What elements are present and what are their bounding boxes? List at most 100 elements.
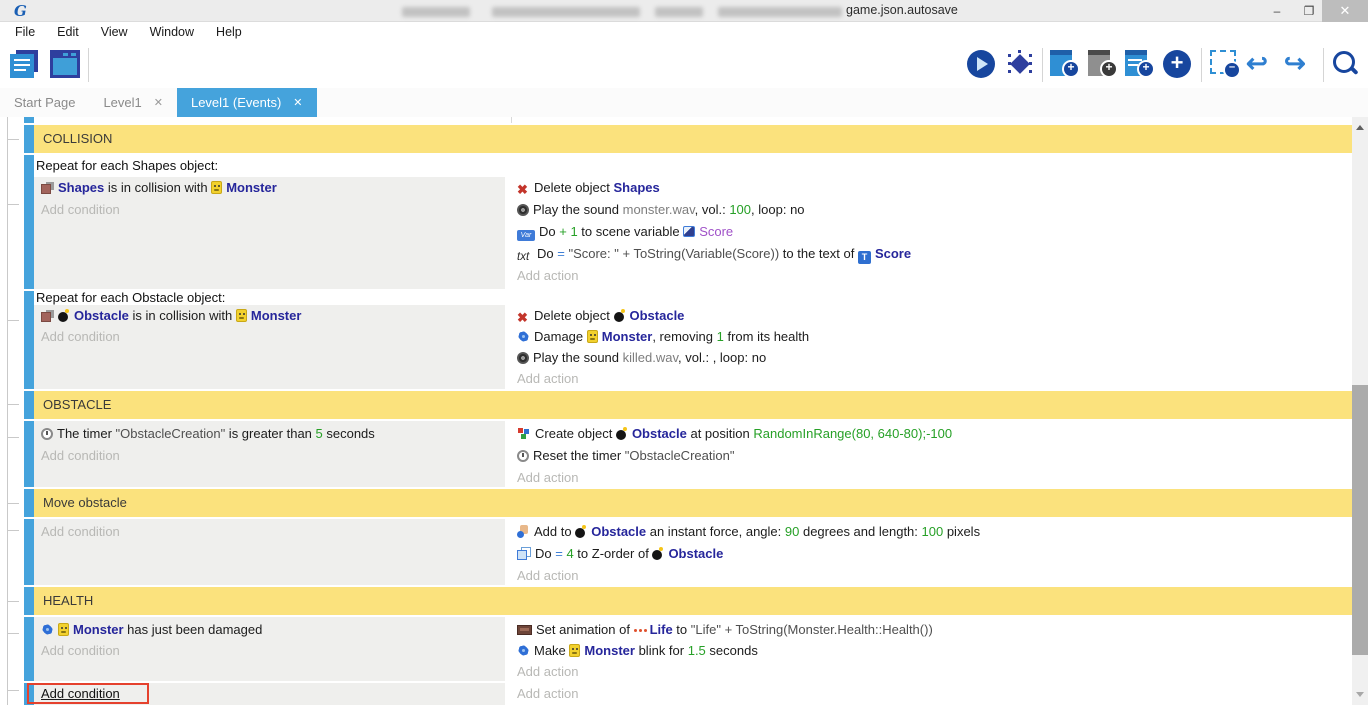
section-header-move-obstacle[interactable]: Move obstacle [24,489,1352,517]
action-line[interactable]: Do = 4 to Z-order of Obstacle [517,543,1352,565]
event-select-bar[interactable] [24,291,34,389]
event-obstacle-timer: The timer "ObstacleCreation" is greater … [24,421,1352,487]
add-condition-button[interactable]: Add condition [41,640,505,661]
text-segment: is in collision with [104,180,211,195]
text-segment: Shapes [614,180,660,195]
text-segment: killed.wav [623,350,678,365]
close-button[interactable]: ✕ [1322,0,1368,22]
action-line[interactable]: Do = "Score: " + ToString(Variable(Score… [517,243,1352,265]
condition-line[interactable]: Monster has just been damaged [41,619,505,640]
scrollbar-thumb[interactable] [1352,385,1368,655]
action-line[interactable]: Delete object Obstacle [517,305,1352,326]
tab-level1[interactable]: Level1 ✕ [89,88,177,117]
var-icon [517,230,535,241]
action-line[interactable]: Add to Obstacle an instant force, angle:… [517,521,1352,543]
add-subevent-icon[interactable] [1088,50,1118,76]
add-condition-button[interactable]: Add condition [41,326,505,347]
add-condition-button[interactable]: Add condition [41,521,505,543]
actions-column: Set animation of Life to "Life" + ToStri… [513,617,1352,681]
project-manager-icon[interactable] [10,50,40,78]
menu-window[interactable]: Window [139,22,205,42]
redo-icon[interactable] [1284,50,1306,76]
tab-start-page[interactable]: Start Page [0,88,89,117]
tab-close-icon[interactable]: ✕ [293,96,302,109]
menu-view[interactable]: View [90,22,139,42]
add-comment-icon[interactable] [1125,50,1155,76]
vertical-scrollbar[interactable] [1352,117,1368,705]
action-line[interactable]: Delete object Shapes [517,177,1352,199]
text-segment: 100 [922,524,944,539]
add-condition-button[interactable]: Add condition [41,445,505,467]
text-segment: Life [650,622,673,637]
action-line[interactable]: Play the sound monster.wav, vol.: 100, l… [517,199,1352,221]
menu-help[interactable]: Help [205,22,253,42]
scroll-down-icon[interactable] [1356,692,1364,697]
section-header-collision[interactable]: COLLISION [24,125,1352,153]
event-select-bar[interactable] [24,489,34,517]
debug-icon[interactable] [1006,50,1034,78]
event-select-bar[interactable] [24,391,34,419]
redacted-title-text [402,7,470,17]
event-select-bar[interactable] [24,519,34,585]
text-segment: 1 [717,329,724,344]
menu-edit[interactable]: Edit [46,22,90,42]
action-line[interactable]: Play the sound killed.wav, vol.: , loop:… [517,347,1352,368]
text-segment: , removing [652,329,716,344]
event-header[interactable]: Repeat for each Obstacle object: [34,291,1352,305]
section-header-health[interactable]: HEALTH [24,587,1352,615]
add-event-icon[interactable] [1050,50,1080,76]
add-more-event-icon[interactable] [1163,50,1191,78]
event-header[interactable]: Repeat for each Shapes object: [34,155,1352,177]
text-segment: from its health [724,329,809,344]
action-line[interactable]: Do + 1 to scene variable Score [517,221,1352,243]
event-select-bar[interactable] [24,587,34,615]
text-segment: Add action [517,470,578,485]
add-action-button[interactable]: Add action [517,467,1352,489]
actions-column: Delete object Obstacle Damage Monster, r… [513,305,1352,389]
text-segment: no [790,202,804,217]
column-gap [505,683,513,705]
search-icon[interactable] [1332,50,1358,76]
action-line[interactable]: Reset the timer "ObstacleCreation" [517,445,1352,467]
timer-icon [517,450,529,462]
text-segment: an instant force, angle: [646,524,785,539]
tab-level1-events[interactable]: Level1 (Events) ✕ [177,88,317,117]
menu-file[interactable]: File [4,22,46,42]
event-monster-damaged: Monster has just been damaged Add condit… [24,617,1352,681]
tab-label: Level1 (Events) [191,95,281,110]
action-line[interactable]: Create object Obstacle at position Rando… [517,423,1352,445]
play-icon[interactable] [967,50,995,78]
add-action-button[interactable]: Add action [517,683,1352,705]
condition-line[interactable]: Obstacle is in collision with Monster [41,305,505,326]
add-action-button[interactable]: Add action [517,661,1352,682]
text-segment: Score [699,224,733,239]
minimize-button[interactable]: – [1262,0,1292,22]
scroll-up-icon[interactable] [1356,125,1364,130]
action-line[interactable]: Set animation of Life to "Life" + ToStri… [517,619,1352,640]
menu-bar: File Edit View Window Help [0,22,1368,42]
event-select-bar[interactable] [24,617,34,681]
add-action-button[interactable]: Add action [517,265,1352,287]
monster-icon [236,309,247,322]
action-line[interactable]: Make Monster blink for 1.5 seconds [517,640,1352,661]
event-select-bar[interactable] [24,155,34,289]
tab-close-icon[interactable]: ✕ [154,96,163,109]
condition-line[interactable]: The timer "ObstacleCreation" is greater … [41,423,505,445]
event-select-bar[interactable] [24,421,34,487]
conditions-column: Shapes is in collision with Monster Add … [34,177,505,289]
text-segment: Monster [251,308,302,323]
deselect-icon[interactable] [1210,50,1236,74]
annotation-red-box [27,683,149,704]
add-action-button[interactable]: Add action [517,565,1352,587]
maximize-button[interactable]: ❐ [1294,0,1324,22]
condition-line[interactable]: Shapes is in collision with Monster [41,177,505,199]
conditions-column: Add condition [34,519,505,585]
section-header-obstacle[interactable]: OBSTACLE [24,391,1352,419]
event-select-bar[interactable] [24,117,34,123]
scene-editor-icon[interactable] [50,50,80,78]
add-condition-button[interactable]: Add condition [41,199,505,221]
action-line[interactable]: Damage Monster, removing 1 from its heal… [517,326,1352,347]
undo-icon[interactable] [1246,50,1268,76]
event-select-bar[interactable] [24,125,34,153]
add-action-button[interactable]: Add action [517,368,1352,389]
